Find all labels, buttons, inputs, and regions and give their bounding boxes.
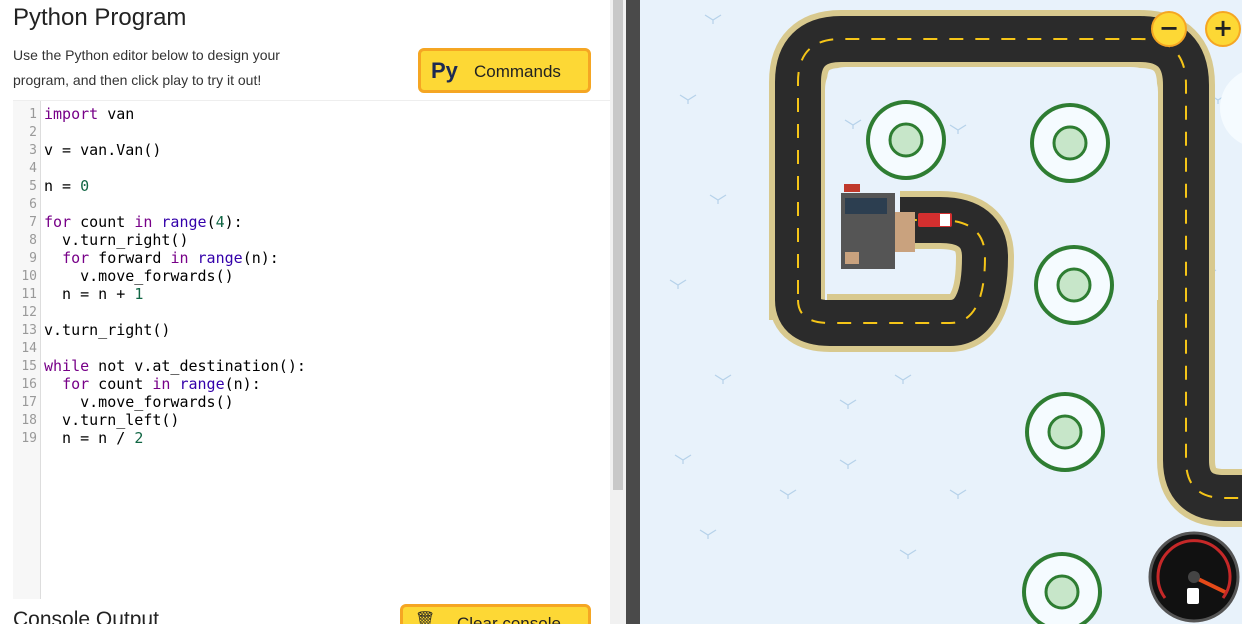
- line-number: 17: [21, 395, 37, 410]
- line-number: 11: [21, 287, 37, 302]
- fuel-gauge-icon: [1148, 531, 1240, 623]
- code-line[interactable]: v = van.Van(): [44, 141, 161, 159]
- tree-icon: [1034, 245, 1114, 325]
- tree-icon: [1030, 103, 1110, 183]
- code-line[interactable]: for count in range(n):: [44, 375, 261, 393]
- line-number: 7: [29, 215, 37, 230]
- clear-console-button[interactable]: 🗑 Clear console: [400, 604, 591, 624]
- code-line[interactable]: n = n + 1: [44, 285, 143, 303]
- panel-divider[interactable]: [626, 0, 640, 624]
- game-map: − +: [640, 0, 1242, 624]
- line-number: 1: [29, 107, 37, 122]
- zoom-out-icon[interactable]: −: [1151, 11, 1187, 47]
- tree-icon: [1025, 392, 1105, 472]
- road-map: [669, 10, 1242, 624]
- line-number-gutter: 1 2 3 4 5 6 7 8 9 10 11 12 13 14 15 16 1…: [13, 101, 41, 599]
- editor-scrollbar[interactable]: [610, 0, 626, 624]
- code-line[interactable]: for forward in range(n):: [44, 249, 279, 267]
- line-number: 16: [21, 377, 37, 392]
- code-line[interactable]: import van: [44, 105, 134, 123]
- line-number: 18: [21, 413, 37, 428]
- line-number: 6: [29, 197, 37, 212]
- code-line[interactable]: for count in range(4):: [44, 213, 243, 231]
- scrollbar-thumb[interactable]: [613, 0, 623, 490]
- commands-button-label: Commands: [474, 62, 561, 81]
- line-number: 5: [29, 179, 37, 194]
- line-number: 12: [21, 305, 37, 320]
- code-line[interactable]: while not v.at_destination():: [44, 357, 306, 375]
- tree-icon: [866, 100, 946, 180]
- line-number: 14: [21, 341, 37, 356]
- code-editor[interactable]: 1 2 3 4 5 6 7 8 9 10 11 12 13 14 15 16 1…: [13, 100, 610, 599]
- code-line[interactable]: v.turn_right(): [44, 231, 188, 249]
- commands-button[interactable]: Py Commands: [418, 48, 591, 93]
- code-line[interactable]: v.move_forwards(): [44, 393, 234, 411]
- line-number: 13: [21, 323, 37, 338]
- line-number: 2: [29, 125, 37, 140]
- snow-marks: [669, 14, 1227, 560]
- line-number: 19: [21, 431, 37, 446]
- code-line[interactable]: v.turn_right(): [44, 321, 170, 339]
- instructions-text: Use the Python editor below to design yo…: [13, 47, 280, 88]
- python-icon: Py: [431, 58, 458, 83]
- code-line[interactable]: n = 0: [44, 177, 89, 195]
- tree-icon: [1022, 552, 1102, 624]
- line-number: 9: [29, 251, 37, 266]
- van-icon: [918, 213, 952, 227]
- page-title: Python Program: [13, 4, 187, 31]
- python-editor-panel: Python Program Use the Python editor bel…: [0, 0, 610, 624]
- line-number: 10: [21, 269, 37, 284]
- trash-icon: 🗑: [415, 612, 436, 624]
- line-number: 8: [29, 233, 37, 248]
- line-number: 3: [29, 143, 37, 158]
- clear-console-label: Clear console: [457, 614, 561, 624]
- zoom-in-icon[interactable]: +: [1205, 11, 1241, 47]
- line-number: 4: [29, 161, 37, 176]
- line-number: 15: [21, 359, 37, 374]
- code-line[interactable]: v.move_forwards(): [44, 267, 234, 285]
- code-line[interactable]: v.turn_left(): [44, 411, 179, 429]
- tree-icon: [1220, 72, 1242, 144]
- console-output-title: Console Output: [13, 608, 159, 624]
- code-line[interactable]: n = n / 2: [44, 429, 143, 447]
